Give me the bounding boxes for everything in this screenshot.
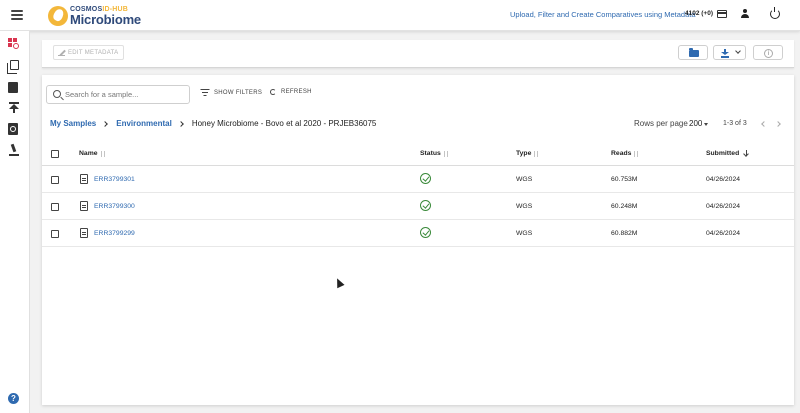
logo-mark-icon: [48, 6, 68, 26]
breadcrumb: My Samples Environmental Honey Microbiom…: [50, 119, 376, 128]
search-samples-icon[interactable]: [8, 38, 20, 50]
sort-icon: [534, 150, 540, 157]
folder-add-icon: [689, 48, 699, 57]
select-all-checkbox[interactable]: [51, 150, 59, 158]
upload-filter-link[interactable]: Upload, Filter and Create Comparatives u…: [510, 10, 696, 19]
samples-panel: SHOW FILTERS REFRESH My Samples Environm…: [42, 75, 794, 405]
next-page-icon[interactable]: [775, 121, 781, 127]
credits-counter: 4102 (+0): [685, 10, 714, 17]
menu-icon[interactable]: [11, 10, 23, 20]
column-header-type[interactable]: Type: [516, 150, 540, 157]
chevron-right-icon: [102, 120, 109, 127]
sample-name-link[interactable]: ERR3799299: [94, 230, 135, 237]
sort-icon: [634, 150, 640, 157]
breadcrumb-environmental[interactable]: Environmental: [116, 119, 172, 128]
sample-reads: 60.248M: [611, 203, 638, 210]
column-header-status[interactable]: Status: [420, 150, 450, 157]
rows-per-page-label: Rows per page: [634, 119, 688, 128]
filter-icon: [200, 89, 209, 97]
sample-reads: 60.753M: [611, 176, 638, 183]
upload-icon[interactable]: [8, 102, 20, 114]
action-toolbar: EDIT METADATA i: [42, 40, 794, 68]
row-checkbox[interactable]: [51, 203, 59, 211]
sort-descending-icon: [743, 150, 749, 157]
column-header-reads[interactable]: Reads: [611, 150, 640, 157]
side-navigation: ?: [0, 31, 30, 413]
table-row[interactable]: ERR3799300 WGS 60.248M 04/26/2024: [42, 193, 794, 220]
edit-metadata-button[interactable]: EDIT METADATA: [53, 45, 125, 60]
pencil-icon: [58, 49, 65, 56]
column-header-name[interactable]: Name: [79, 150, 107, 157]
column-header-submitted[interactable]: Submitted: [706, 150, 749, 157]
row-checkbox[interactable]: [51, 230, 59, 238]
sample-name-link[interactable]: ERR3799301: [94, 176, 135, 183]
sample-type: WGS: [516, 230, 533, 237]
add-to-folder-button[interactable]: [678, 45, 708, 60]
refresh-label: REFRESH: [281, 89, 312, 95]
account-icon[interactable]: [740, 9, 750, 19]
chevron-right-icon: [177, 120, 184, 127]
download-button[interactable]: [713, 45, 746, 60]
show-filters-button[interactable]: SHOW FILTERS: [200, 89, 263, 97]
sample-search[interactable]: [46, 85, 190, 104]
sample-reads: 60.882M: [611, 230, 638, 237]
info-button[interactable]: i: [753, 45, 783, 60]
edit-metadata-label: EDIT METADATA: [68, 49, 119, 56]
sample-submitted: 04/26/2024: [706, 203, 741, 210]
rows-per-page-select[interactable]: 200: [689, 119, 702, 128]
show-filters-label: SHOW FILTERS: [214, 89, 263, 96]
info-icon: i: [764, 48, 773, 58]
previous-page-icon[interactable]: [761, 121, 767, 127]
breadcrumb-my-samples[interactable]: My Samples: [50, 119, 96, 128]
chevron-down-icon: [735, 48, 741, 54]
logout-icon[interactable]: [770, 7, 780, 19]
book-icon[interactable]: [8, 82, 18, 93]
copy-icon[interactable]: [7, 60, 19, 74]
document-search-icon[interactable]: [8, 123, 18, 135]
file-icon: [80, 201, 88, 211]
row-checkbox[interactable]: [51, 176, 59, 184]
sample-type: WGS: [516, 176, 533, 183]
status-complete-icon: [420, 200, 431, 211]
file-icon: [80, 174, 88, 184]
sort-icon: [100, 150, 107, 157]
download-icon: [721, 49, 729, 58]
caret-down-icon[interactable]: [704, 123, 708, 126]
sample-name-link[interactable]: ERR3799300: [94, 203, 135, 210]
search-icon: [53, 90, 61, 98]
sample-type: WGS: [516, 203, 533, 210]
status-complete-icon: [420, 173, 431, 184]
file-icon: [80, 228, 88, 238]
table-row[interactable]: ERR3799301 WGS 60.753M 04/26/2024: [42, 166, 794, 193]
app-logo[interactable]: COSMOSID-HUB Microbiome: [48, 5, 141, 27]
refresh-icon: [270, 89, 276, 95]
logo-wordmark: Microbiome: [70, 12, 141, 27]
table-header: Name Status Type Reads Submitted: [42, 141, 794, 166]
microscope-icon[interactable]: [8, 143, 20, 156]
pagination-range: 1-3 of 3: [723, 120, 747, 127]
refresh-button[interactable]: REFRESH: [270, 89, 312, 95]
status-complete-icon: [420, 227, 431, 238]
sample-submitted: 04/26/2024: [706, 230, 741, 237]
sort-icon: [443, 150, 450, 157]
help-icon[interactable]: ?: [8, 393, 19, 404]
sample-submitted: 04/26/2024: [706, 176, 741, 183]
breadcrumb-current: Honey Microbiome - Bovo et al 2020 - PRJ…: [191, 119, 377, 128]
top-app-bar: COSMOSID-HUB Microbiome Upload, Filter a…: [0, 0, 800, 31]
samples-table: Name Status Type Reads Submitted ERR3799…: [42, 141, 794, 247]
credit-card-icon[interactable]: [717, 10, 727, 18]
table-row[interactable]: ERR3799299 WGS 60.882M 04/26/2024: [42, 220, 794, 247]
search-input[interactable]: [65, 88, 185, 101]
